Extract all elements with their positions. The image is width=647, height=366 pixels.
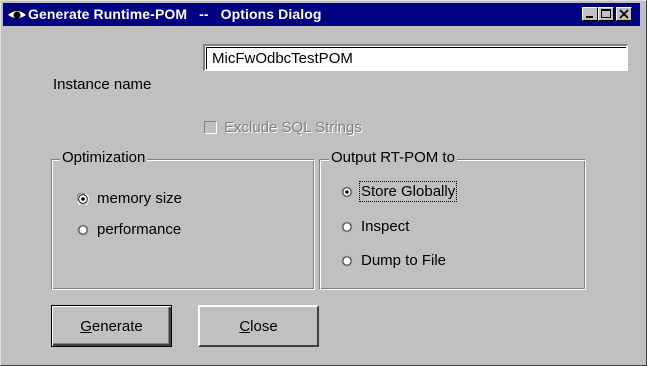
generate-button[interactable]: Generate — [51, 305, 172, 347]
eye-icon[interactable] — [7, 6, 27, 22]
dialog-body: Instance name Exclude SQL Strings Optimi… — [3, 28, 640, 361]
close-label: lose — [250, 317, 278, 335]
instance-name-label: Instance name — [53, 76, 152, 93]
title-bar[interactable]: Generate Runtime-POM -- Options Dialog — [3, 3, 640, 26]
close-accel: C — [239, 317, 251, 335]
generate-label: enerate — [91, 317, 143, 335]
close-icon[interactable] — [616, 7, 632, 21]
radio-label: Dump to File — [361, 252, 447, 269]
options-dialog: Generate Runtime-POM -- Options Dialog I… — [0, 0, 647, 366]
output-group-title: Output RT-POM to — [329, 149, 457, 166]
generate-accel: G — [80, 317, 92, 335]
output-group: Output RT-POM to Store Globally Inspect — [319, 149, 586, 290]
radio-label: Inspect — [361, 218, 410, 235]
instance-name-input[interactable] — [212, 48, 612, 68]
optimization-group-title: Optimization — [60, 149, 148, 166]
instance-name-field[interactable] — [203, 44, 628, 71]
maximize-icon[interactable] — [598, 7, 614, 21]
optimization-group: Optimization memory size performance — [51, 149, 315, 290]
radio-unselected-icon[interactable] — [77, 224, 89, 236]
radio-selected-icon[interactable] — [341, 186, 353, 198]
radio-unselected-icon[interactable] — [341, 221, 353, 233]
window-title: Generate Runtime-POM -- Options Dialog — [28, 6, 322, 22]
radio-selected-icon[interactable] — [77, 193, 89, 205]
radio-label: memory size — [97, 190, 183, 207]
close-button[interactable]: Close — [198, 305, 319, 347]
minimize-icon[interactable] — [582, 7, 598, 21]
radio-label: performance — [97, 221, 182, 238]
exclude-sql-label: Exclude SQL Strings — [224, 119, 362, 136]
radio-unselected-icon[interactable] — [341, 255, 353, 267]
checkbox-box[interactable] — [204, 121, 217, 134]
radio-label: Store Globally — [358, 181, 458, 202]
